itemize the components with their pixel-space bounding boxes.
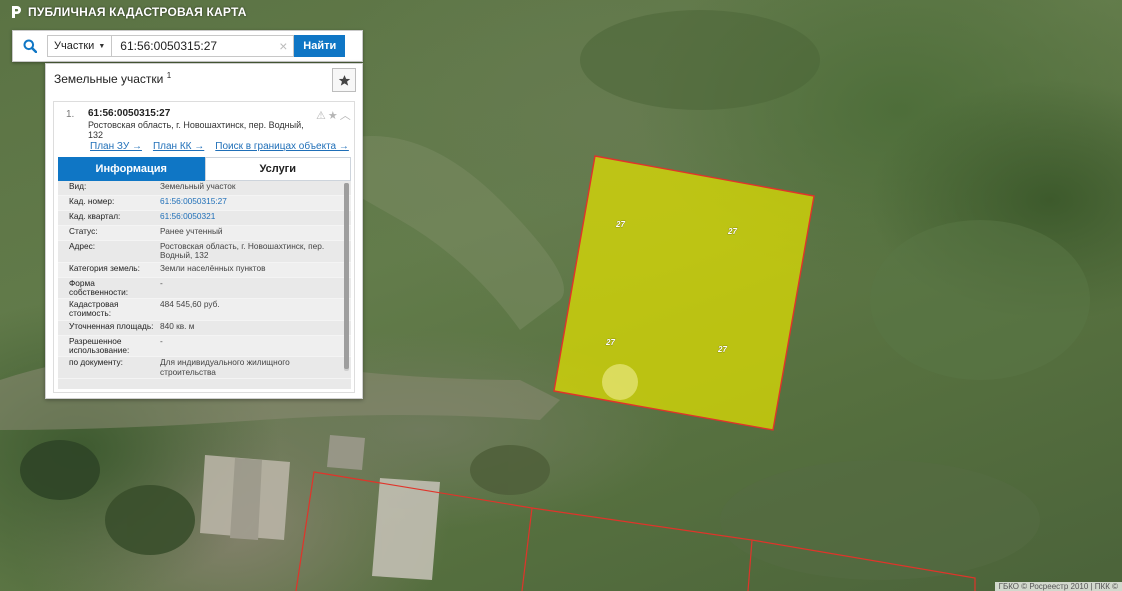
plan-kk-link[interactable]: План КК → (153, 141, 204, 152)
result-address: Ростовская область, г. Новошахтинск, пер… (88, 120, 304, 140)
row-key: Категория земель: (69, 262, 140, 273)
table-row: Форма собственности: - (58, 278, 351, 300)
row-value: 484 545,60 руб. (160, 299, 220, 310)
table-row: по документу: Для индивидуального жилищн… (58, 357, 351, 379)
star-icon (338, 74, 350, 86)
result-card: 1. 61:56:0050315:27 Ростовская область, … (53, 101, 355, 393)
search-type-label: Участки (54, 40, 95, 52)
panel-title: Земельные участки 1 (54, 71, 171, 86)
search-input[interactable] (112, 35, 295, 57)
app-header: ПУБЛИЧНАЯ КАДАСТРОВАЯ КАРТА (10, 3, 247, 21)
row-key: Кад. квартал: (69, 211, 121, 221)
row-key: Форма собственности: (69, 277, 129, 297)
table-row: Кад. номер: 61:56:0050315:27 (58, 196, 351, 211)
table-row: Вид: Земельный участок (58, 181, 351, 196)
row-value: Земельный участок (160, 181, 236, 191)
row-value: Ростовская область, г. Новошахтинск, пер… (160, 241, 325, 261)
favorites-button[interactable] (332, 68, 356, 92)
row-value: Земли населённых пунктов (160, 262, 266, 273)
info-table: Вид: Земельный участок Кад. номер: 61:56… (58, 181, 351, 389)
close-icon[interactable]: × (276, 38, 290, 54)
results-panel: Земельные участки 1 1. 61:56:0050315:27 … (45, 63, 363, 399)
parcel-label: 27 (605, 338, 615, 347)
cadastral-number-link[interactable]: 61:56:0050315:27 (154, 196, 336, 209)
tab-information[interactable]: Информация (58, 157, 205, 181)
parcel-label: 27 (727, 227, 737, 236)
row-key: Адрес: (69, 241, 96, 251)
row-key: Кадастровая стоимость: (69, 299, 119, 319)
table-row: Кад. квартал: 61:56:0050321 (58, 211, 351, 226)
scrollbar[interactable] (344, 183, 349, 371)
row-value: Ранее учтенный (160, 226, 223, 236)
row-value: Для индивидуального жилищного строительс… (160, 357, 290, 377)
row-key: Разрешенное использование: (69, 335, 130, 356)
card-tools: ⚠ ★ ︿ (316, 107, 351, 123)
table-row: Уточненная площадь: 840 кв. м (58, 321, 351, 336)
row-value: - (160, 277, 163, 288)
collapse-icon[interactable]: ︿ (340, 107, 351, 123)
selected-parcel (553, 155, 815, 431)
table-row: Адрес: Ростовская область, г. Новошахтин… (58, 241, 351, 263)
table-row: Статус: Ранее учтенный (58, 226, 351, 241)
warning-icon[interactable]: ⚠ (316, 109, 326, 122)
app-title: ПУБЛИЧНАЯ КАДАСТРОВАЯ КАРТА (28, 5, 247, 19)
search-bar: Участки ▼ × Найти (12, 30, 363, 62)
row-value: - (160, 335, 163, 346)
row-key: Статус: (69, 226, 98, 236)
chevron-down-icon: ▼ (98, 42, 106, 50)
tab-services[interactable]: Услуги (204, 157, 351, 181)
map-attribution: ГБКО © Росреестр 2010 | ПКК © (994, 582, 1122, 591)
row-key: Вид: (69, 181, 87, 191)
row-key: Кад. номер: (69, 196, 115, 206)
result-count: 1 (166, 71, 172, 80)
search-icon[interactable] (13, 31, 47, 61)
result-cadastral-number[interactable]: 61:56:0050315:27 (88, 108, 170, 119)
search-in-bounds-link[interactable]: Поиск в границах объекта → (215, 141, 349, 152)
row-key: Уточненная площадь: (69, 320, 154, 331)
star-icon[interactable]: ★ (328, 109, 338, 122)
result-links: План ЗУ → План КК → Поиск в границах объ… (90, 141, 349, 152)
parcel-label: 27 (717, 345, 727, 354)
cadastral-quarter-link[interactable]: 61:56:0050321 (154, 211, 336, 224)
search-type-select[interactable]: Участки ▼ (47, 35, 113, 57)
result-number: 1. (66, 109, 75, 120)
result-tabs: Информация Услуги (58, 157, 351, 181)
parcel-label: 27 (615, 220, 625, 229)
plan-zu-link[interactable]: План ЗУ → (90, 141, 142, 152)
table-row: Категория земель: Земли населённых пункт… (58, 262, 351, 278)
row-key: по документу: (69, 357, 123, 368)
scrollbar-thumb[interactable] (344, 183, 349, 369)
buildings (20, 435, 550, 580)
row-value: 840 кв. м (160, 320, 195, 331)
panel-title-text: Земельные участки (54, 72, 164, 86)
logo-icon (12, 6, 21, 18)
table-row: Кадастровая стоимость: 484 545,60 руб. (58, 299, 351, 321)
table-row: Разрешенное использование: - (58, 335, 351, 358)
find-button[interactable]: Найти (294, 35, 346, 57)
